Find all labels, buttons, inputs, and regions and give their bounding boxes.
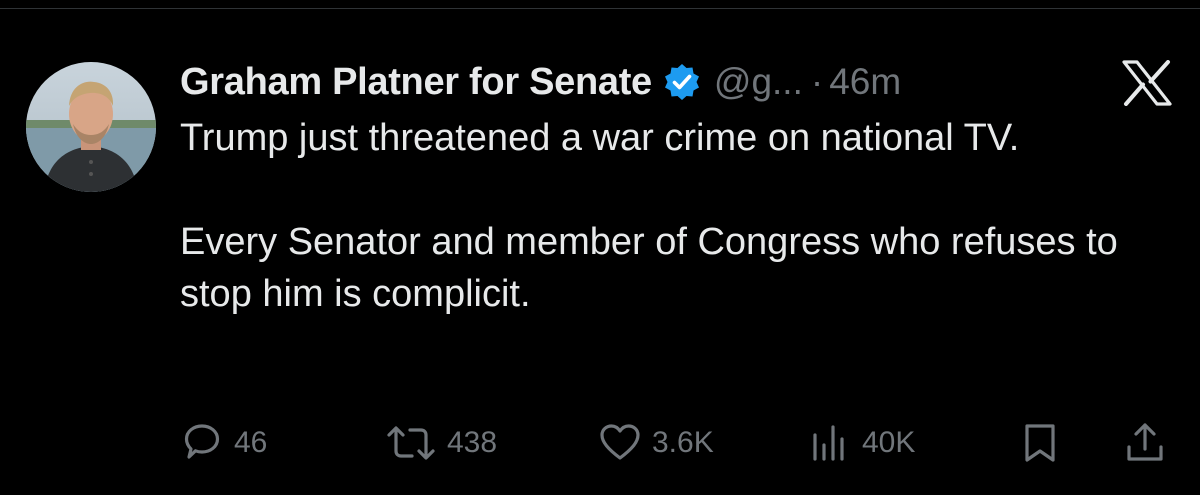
tweet-paragraph-1: Trump just threatened a war crime on nat… [180,117,1020,159]
reply-button[interactable]: 46 [180,415,267,471]
display-name[interactable]: Graham Platner for Senate [180,61,652,104]
repost-button[interactable]: 438 [385,415,497,471]
views-button[interactable]: 40K [808,415,915,471]
heart-icon [598,421,642,465]
reply-icon [180,421,224,465]
x-logo-icon [1122,60,1172,106]
action-bar: 46 438 3.6K 40K [0,415,1200,471]
verified-badge-icon[interactable] [662,62,702,102]
tweet-text: Trump just threatened a war crime on nat… [180,112,1140,320]
view-count: 40K [862,426,916,459]
separator-dot: · [810,61,824,102]
reply-count: 46 [234,426,268,459]
top-divider [0,8,1200,9]
like-button[interactable]: 3.6K [598,415,714,471]
repost-count: 438 [447,426,498,459]
share-icon [1123,421,1167,465]
timestamp[interactable]: 46m [829,61,901,103]
like-count: 3.6K [652,426,714,459]
bookmark-icon [1018,421,1062,465]
repost-icon [385,421,437,465]
avatar[interactable] [26,62,156,192]
tweet-header: Graham Platner for Senate @g... · 46m [180,52,901,112]
bookmark-button[interactable] [1018,415,1062,471]
views-icon [808,421,852,465]
user-handle[interactable]: @g... [714,61,803,103]
tweet-paragraph-2: Every Senator and member of Congress who… [180,221,1118,315]
share-button[interactable] [1123,415,1167,471]
